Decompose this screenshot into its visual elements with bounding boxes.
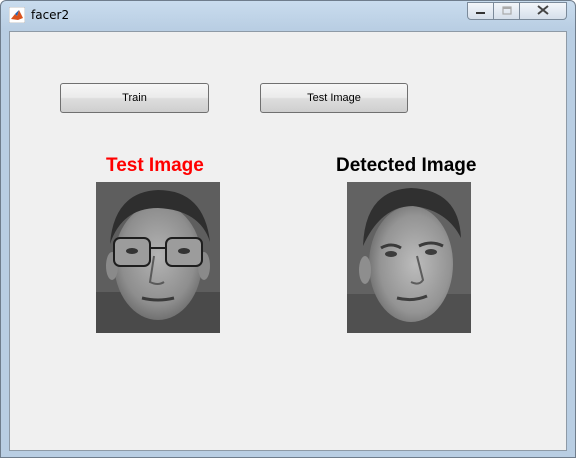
title-bar[interactable]: facer2 — [1, 1, 575, 29]
minimize-icon — [475, 2, 486, 20]
detected-image-label: Detected Image — [336, 155, 477, 176]
window-title: facer2 — [31, 8, 70, 22]
restore-icon — [501, 2, 512, 20]
close-icon — [537, 2, 549, 20]
app-window: facer2 Train Test Image Test Image Detec… — [0, 0, 576, 458]
train-button[interactable]: Train — [60, 83, 209, 113]
minimize-button[interactable] — [467, 2, 494, 20]
detected-image-photo — [347, 182, 471, 333]
test-image-photo — [96, 182, 220, 333]
close-button[interactable] — [519, 2, 567, 20]
matlab-logo-icon — [8, 6, 26, 24]
figure-area: Train Test Image Test Image Detected Ima… — [9, 31, 567, 451]
restore-button[interactable] — [493, 2, 520, 20]
test-image-button[interactable]: Test Image — [260, 83, 408, 113]
test-image-label: Test Image — [106, 155, 204, 176]
